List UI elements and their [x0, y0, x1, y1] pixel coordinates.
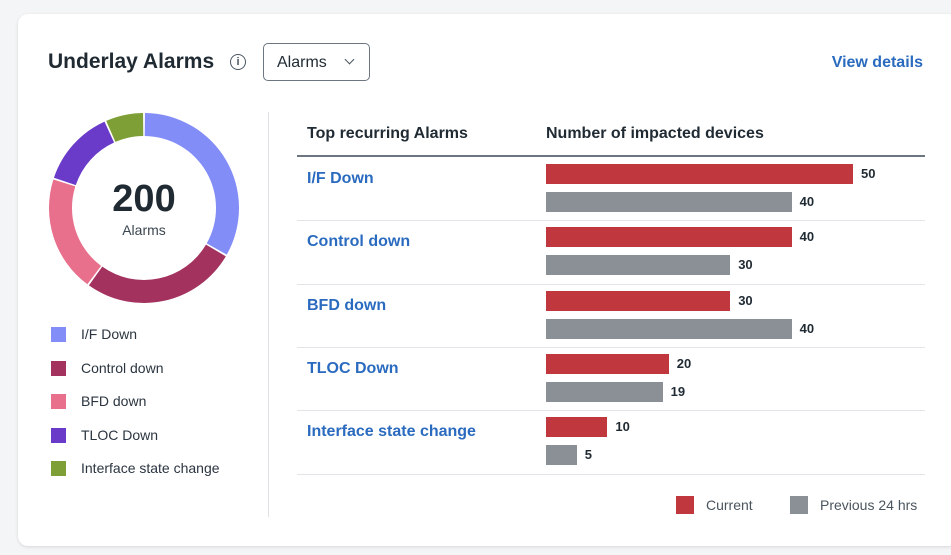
row-divider: [297, 346, 925, 348]
col-header-devices: Number of impacted devices: [546, 125, 764, 142]
alarms-donut-chart: 200 Alarms: [48, 112, 240, 304]
bar-value-label: 50: [861, 166, 876, 181]
alarm-row-link[interactable]: I/F Down: [307, 170, 374, 188]
bar-current[interactable]: [546, 227, 792, 248]
legend-previous-label: Previous 24 hrs: [820, 497, 918, 513]
bar-previous[interactable]: [546, 318, 792, 339]
card-title: Underlay Alarms: [48, 50, 215, 73]
dropdown-value: Alarms: [277, 54, 327, 71]
row-divider: [297, 220, 925, 222]
col-header-alarms: Top recurring Alarms: [307, 125, 468, 142]
legend-label: I/F Down: [81, 326, 138, 342]
alarm-row-link[interactable]: BFD down: [307, 297, 386, 315]
legend-previous-swatch: [790, 496, 808, 514]
total-alarm-label: Alarms: [122, 222, 166, 238]
bar-previous[interactable]: [546, 192, 792, 212]
legend-swatch: [51, 461, 66, 476]
bar-current[interactable]: [546, 164, 853, 184]
bar-value-label: 30: [738, 257, 753, 273]
bar-value-label: 5: [584, 447, 592, 463]
legend-label: Control down: [81, 359, 164, 376]
row-divider: [297, 410, 925, 412]
bar-current[interactable]: [546, 417, 608, 438]
bar-value-label: 30: [738, 292, 753, 308]
donut-slice[interactable]: [53, 121, 115, 186]
total-alarm-count: 200: [112, 178, 176, 220]
donut-slice[interactable]: [88, 244, 226, 303]
legend-label: TLOC Down: [81, 426, 159, 443]
legend-swatch: [51, 360, 66, 376]
legend-current-label: Current: [706, 497, 753, 513]
legend-item: I/F Down: [51, 324, 271, 344]
bar-previous[interactable]: [546, 255, 731, 276]
header-rule: [297, 155, 925, 157]
legend-swatch: [51, 394, 66, 409]
info-icon[interactable]: i: [230, 54, 246, 70]
alarm-row-link[interactable]: TLOC Down: [307, 360, 399, 378]
bar-value-label: 19: [670, 383, 686, 399]
bar-value-label: 40: [799, 229, 815, 245]
legend-item: BFD down: [51, 391, 271, 411]
bar-current[interactable]: [546, 290, 731, 311]
row-divider: [297, 283, 925, 285]
row-divider: [297, 473, 925, 475]
legend-current-swatch: [676, 496, 694, 514]
alarm-row-link[interactable]: Control down: [307, 233, 410, 251]
legend-item: Interface state change: [51, 458, 271, 478]
vertical-divider: [268, 112, 269, 517]
legend-item: Control down: [51, 358, 271, 378]
legend-item: TLOC Down: [51, 425, 271, 445]
legend-swatch: [51, 327, 66, 342]
legend-label: Interface state change: [81, 460, 220, 476]
legend-swatch: [51, 427, 66, 443]
bar-previous[interactable]: [546, 381, 663, 402]
bar-previous[interactable]: [546, 445, 577, 466]
alarms-dropdown[interactable]: Alarms: [263, 43, 370, 81]
bar-value-label: 10: [615, 419, 630, 435]
bar-value-label: 40: [799, 320, 815, 336]
bar-value-label: 20: [676, 355, 692, 371]
alarm-row-link[interactable]: Interface state change: [307, 423, 476, 441]
legend-label: BFD down: [81, 393, 147, 409]
chevron-down-icon: [344, 54, 355, 65]
bar-value-label: 40: [799, 194, 815, 209]
bar-current[interactable]: [546, 353, 669, 374]
view-details-link[interactable]: View details: [832, 54, 923, 72]
